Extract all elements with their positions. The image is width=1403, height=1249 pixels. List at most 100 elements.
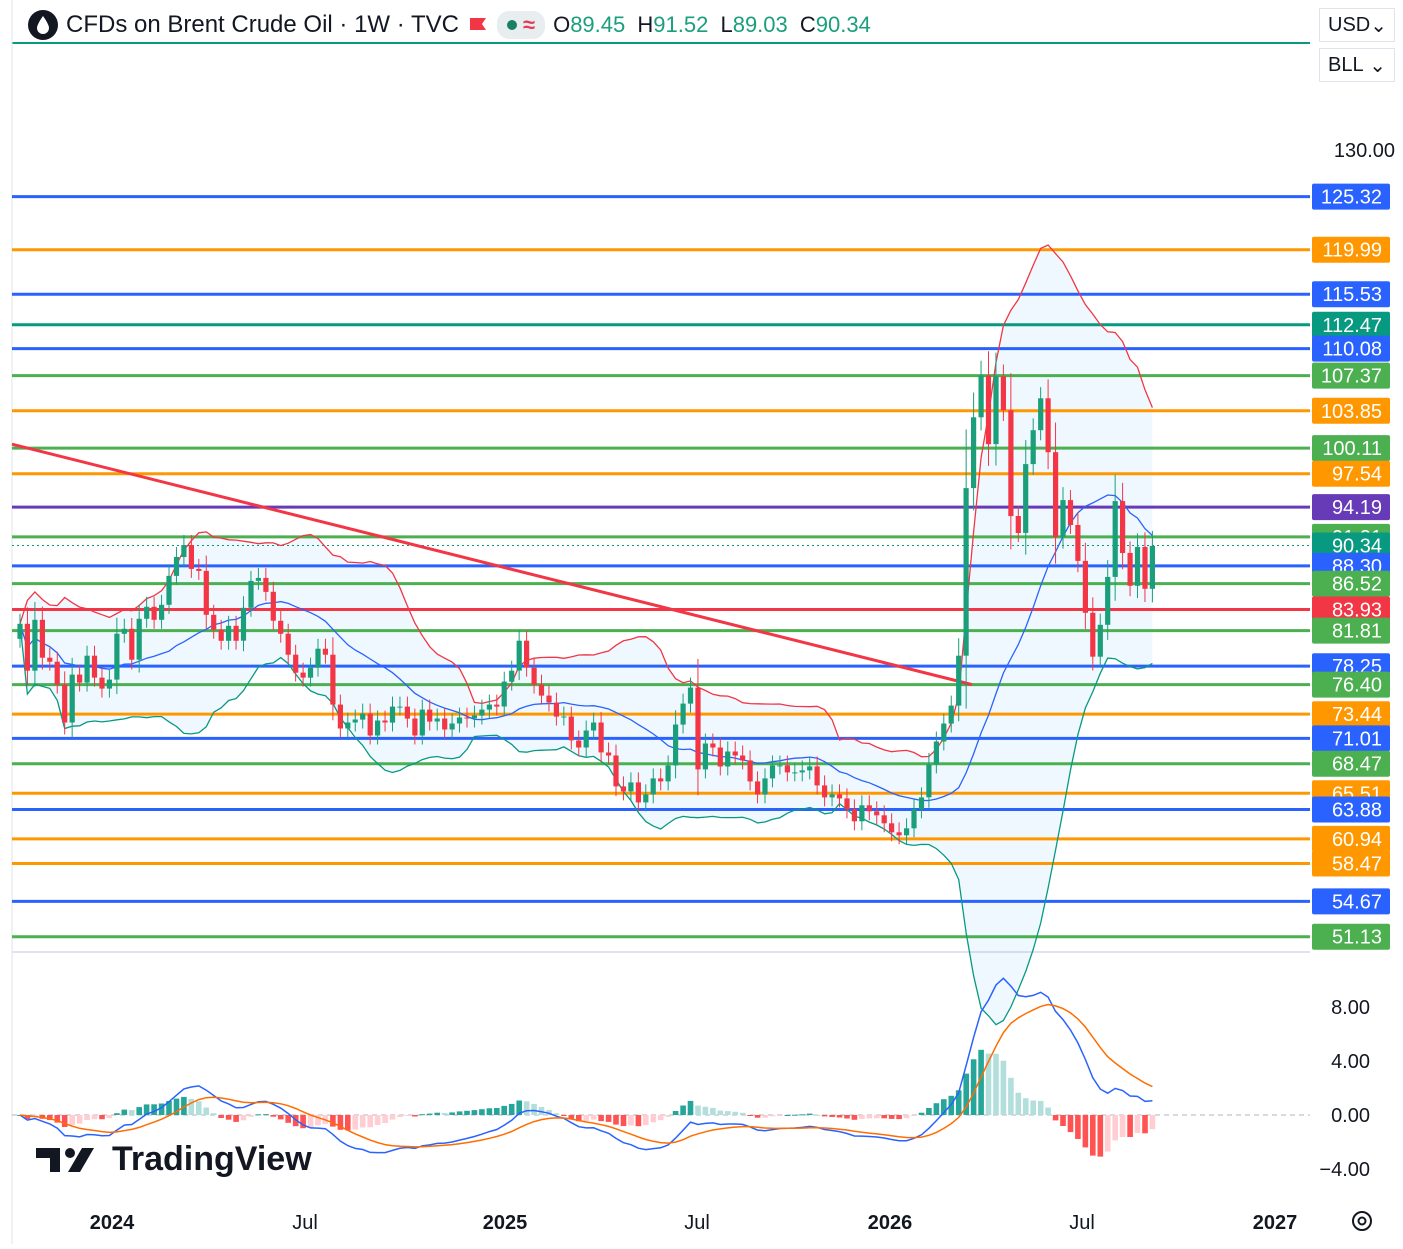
candle-body — [99, 677, 105, 689]
candle-body — [889, 823, 895, 833]
symbol-title[interactable]: CFDs on Brent Crude Oil · 1W · TVC — [66, 11, 459, 39]
currency-select[interactable]: USD ⌄ — [1319, 8, 1395, 42]
macd-histogram-bar — [762, 1115, 768, 1118]
candle-body — [77, 674, 83, 683]
candle-body — [449, 723, 455, 730]
price-level-label: 63.88 — [1332, 800, 1382, 822]
price-level-tag: 115.53 — [1312, 281, 1390, 308]
settings-gear-icon[interactable] — [1352, 1211, 1372, 1231]
candle-body — [985, 375, 992, 445]
ohlc-close-key: C — [799, 12, 816, 37]
macd-histogram-bar — [121, 1109, 128, 1115]
oil-drop-icon — [28, 10, 58, 40]
candle-body — [814, 766, 820, 786]
candle-body — [173, 556, 180, 576]
macd-histogram-bar — [210, 1113, 217, 1115]
indicators-pill[interactable]: ≈ — [496, 11, 546, 39]
tradingview-logo[interactable]: TradingView — [34, 1140, 312, 1179]
ohlc-low-key: L — [720, 12, 733, 37]
candle-body — [293, 654, 299, 673]
price-level-label: 97.54 — [1332, 464, 1382, 486]
macd-histogram-bar — [672, 1111, 679, 1115]
macd-histogram-bar — [352, 1115, 358, 1130]
candle-body — [613, 755, 619, 787]
candle-body — [211, 614, 217, 630]
gear-inner — [1357, 1216, 1367, 1226]
candle-body — [553, 702, 559, 717]
price-level-label: 51.13 — [1332, 927, 1382, 949]
candle-body — [322, 648, 328, 655]
macd-histogram-bar — [1142, 1115, 1148, 1134]
candle-body — [538, 684, 545, 696]
macd-histogram-bar — [1052, 1115, 1059, 1121]
macd-histogram-bar — [739, 1112, 746, 1115]
candle-body — [859, 805, 865, 822]
candle-body — [501, 681, 507, 707]
time-axis-label: Jul — [292, 1212, 318, 1234]
unit-select[interactable]: BLL ⌄ — [1319, 48, 1395, 82]
price-level-tag: 71.01 — [1312, 725, 1390, 752]
macd-histogram-bar — [382, 1115, 388, 1123]
candle-body — [777, 765, 783, 767]
ohlc-low-value: 89.03 — [732, 12, 788, 37]
candle-body — [807, 766, 813, 771]
macd-histogram-bar — [1037, 1100, 1044, 1115]
candle-body — [62, 684, 68, 723]
candle-body — [1045, 398, 1051, 453]
flag-icon[interactable] — [467, 16, 489, 34]
macd-histogram-bar — [128, 1110, 135, 1115]
macd-histogram-bar — [1097, 1115, 1104, 1157]
macd-histogram-bar — [1149, 1115, 1156, 1130]
candle-body — [434, 718, 440, 722]
macd-histogram-bar — [754, 1115, 761, 1118]
candle-body — [948, 705, 954, 724]
macd-histogram-bar — [248, 1115, 254, 1117]
macd-histogram-bar — [710, 1107, 716, 1115]
macd-tick-label: 4.00 — [1331, 1051, 1370, 1073]
macd-histogram-bar — [583, 1115, 589, 1121]
candle-body — [91, 655, 98, 678]
macd-histogram-bar — [218, 1115, 224, 1118]
time-axis-label: Jul — [684, 1212, 710, 1234]
macd-histogram-bar — [412, 1115, 418, 1117]
candle-body — [762, 778, 768, 795]
candle-body — [725, 751, 731, 767]
wave-icon: ≈ — [522, 12, 536, 37]
candle-body — [233, 625, 239, 641]
candle-body — [747, 760, 753, 782]
price-level-tag: 119.99 — [1312, 236, 1390, 263]
candle-body — [546, 695, 552, 703]
price-level-label: 76.40 — [1332, 675, 1382, 697]
macd-histogram-bar — [561, 1115, 567, 1116]
candle-body — [978, 375, 984, 418]
price-level-label: 73.44 — [1332, 704, 1382, 726]
macd-histogram-bar — [359, 1115, 366, 1128]
candle-body — [129, 628, 135, 660]
macd-histogram-bar — [844, 1115, 850, 1119]
candle-body — [702, 743, 708, 770]
macd-histogram-bar — [479, 1109, 485, 1115]
macd-histogram-bar — [106, 1115, 113, 1119]
candle-body — [829, 794, 835, 798]
macd-histogram-bar — [836, 1115, 843, 1118]
macd-histogram-bar — [829, 1115, 835, 1117]
macd-histogram-bar — [508, 1103, 515, 1115]
candle-body — [278, 620, 284, 634]
candle-body — [1015, 516, 1021, 533]
candle-body — [337, 704, 343, 729]
price-level-tag: 125.32 — [1312, 183, 1390, 210]
price-level-label: 58.47 — [1332, 854, 1382, 876]
candle-body — [106, 679, 112, 689]
macd-histogram-bar — [777, 1115, 783, 1116]
candle-body — [874, 811, 880, 816]
macd-histogram-bar — [769, 1115, 776, 1117]
candle-body — [300, 672, 306, 678]
macd-histogram-bar — [1023, 1098, 1029, 1115]
candle-body — [822, 785, 828, 798]
candle-body — [658, 778, 664, 782]
macd-histogram-bar — [993, 1053, 999, 1115]
candle-body — [389, 706, 396, 723]
macd-histogram-bar — [225, 1115, 232, 1120]
candle-body — [732, 751, 738, 756]
macd-histogram-bar — [859, 1115, 865, 1119]
